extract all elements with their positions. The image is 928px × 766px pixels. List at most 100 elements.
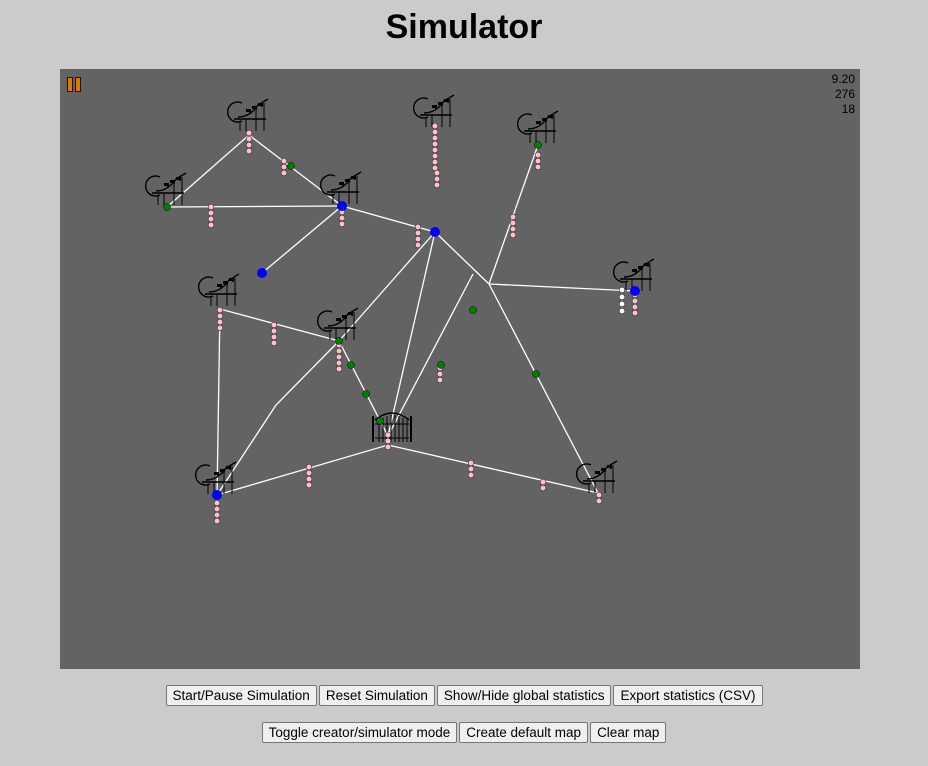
roller-coaster-icon [412, 94, 455, 128]
visitor-dot [534, 151, 542, 159]
visitor-dot [207, 221, 215, 229]
visitor-dot [467, 465, 475, 473]
visitor-dot [631, 297, 639, 305]
visitor-dot [414, 241, 422, 249]
page-title: Simulator [385, 8, 543, 46]
simulation-controls: Start/Pause Simulation Reset Simulation … [0, 685, 928, 706]
road-segment [341, 205, 436, 233]
visitor-dot [305, 463, 313, 471]
visitor-dot [335, 365, 343, 373]
junction-node [630, 286, 640, 296]
junction-node [335, 337, 343, 345]
visitor-dot [335, 353, 343, 361]
junction-node [212, 490, 222, 500]
visitor-dot [270, 333, 278, 341]
visitor-dot [431, 146, 439, 154]
visitor-dot [245, 135, 253, 143]
visitor-dot [431, 152, 439, 160]
clear-map-button[interactable]: Clear map [590, 722, 667, 743]
stat-count: 18 [841, 102, 855, 116]
visitor-dot [431, 158, 439, 166]
visitor-dot [467, 471, 475, 479]
reset-simulation-button[interactable]: Reset Simulation [318, 685, 435, 706]
road-segment [387, 444, 599, 494]
junction-node [532, 370, 540, 378]
visitor-dot [213, 517, 221, 525]
park-map[interactable] [60, 69, 860, 669]
visitor-dot [595, 497, 603, 505]
visitor-dot [534, 157, 542, 165]
visitor-dot [436, 376, 444, 384]
roller-coaster-icon [144, 172, 187, 206]
junction-node [437, 361, 445, 369]
junction-node [534, 141, 542, 149]
visitor-dot [270, 327, 278, 335]
visitor-dot [280, 169, 288, 177]
visitor-dot [335, 347, 343, 355]
visitor-queues [207, 122, 639, 525]
pause-icon[interactable] [67, 77, 81, 92]
visitor-dot [433, 175, 441, 183]
visitor-dot [216, 324, 224, 332]
road-segment [488, 283, 599, 494]
visitor-dot [539, 484, 547, 492]
visitor-dot [618, 307, 626, 315]
toggle-global-stats-button[interactable]: Show/Hide global statistics [436, 685, 612, 706]
roller-coaster-icon [316, 307, 359, 341]
visitor-dot [433, 181, 441, 189]
roller-coaster-icon [194, 461, 237, 495]
roller-coaster-icon [197, 273, 240, 307]
visitor-dot [207, 203, 215, 211]
visitor-dot [618, 300, 626, 308]
stat-visitors: 276 [834, 87, 855, 101]
visitor-dot [384, 443, 392, 451]
roller-coaster-icon [319, 171, 362, 205]
visitor-dot [618, 293, 626, 301]
path-junctions [163, 141, 640, 500]
export-csv-button[interactable]: Export statistics (CSV) [613, 685, 763, 706]
visitor-dot [216, 318, 224, 326]
roller-coaster-icon [226, 98, 269, 132]
junction-node [469, 306, 477, 314]
visitor-dot [631, 303, 639, 311]
visitor-dot [216, 306, 224, 314]
map-controls: Toggle creator/simulator mode Create def… [0, 722, 928, 743]
visitor-dot [384, 431, 392, 439]
road-segment [166, 205, 343, 208]
visitor-dot [431, 140, 439, 148]
visitor-dot [433, 169, 441, 177]
road-segment [338, 231, 436, 342]
visitor-dot [414, 229, 422, 237]
start-pause-button[interactable]: Start/Pause Simulation [165, 685, 317, 706]
visitor-dot [270, 339, 278, 347]
junction-node [347, 361, 355, 369]
visitor-dot [467, 459, 475, 467]
attractions-layer [144, 94, 655, 495]
toggle-mode-button[interactable]: Toggle creator/simulator mode [261, 722, 458, 743]
roller-coaster-icon [575, 460, 618, 494]
create-default-map-button[interactable]: Create default map [459, 722, 589, 743]
visitor-dot [207, 215, 215, 223]
road-segment [387, 273, 474, 437]
junction-node [287, 162, 295, 170]
junction-node [376, 417, 384, 425]
visitor-dot [534, 163, 542, 171]
visitor-dot [207, 209, 215, 217]
junction-node [163, 203, 171, 211]
visitor-dot [414, 235, 422, 243]
visitor-dot [509, 213, 517, 221]
visitor-dot [509, 225, 517, 233]
visitor-dot [305, 469, 313, 477]
visitor-dot [431, 128, 439, 136]
simulation-canvas[interactable]: 9.20 276 18 [60, 69, 860, 669]
junction-node [337, 201, 347, 211]
road-network [166, 134, 636, 496]
visitor-dot [305, 475, 313, 483]
visitor-dot [280, 157, 288, 165]
road-segment [216, 444, 389, 496]
visitor-dot [338, 214, 346, 222]
visitor-dot [213, 505, 221, 513]
visitor-dot [338, 220, 346, 228]
visitor-dot [595, 491, 603, 499]
road-segment [261, 205, 343, 274]
